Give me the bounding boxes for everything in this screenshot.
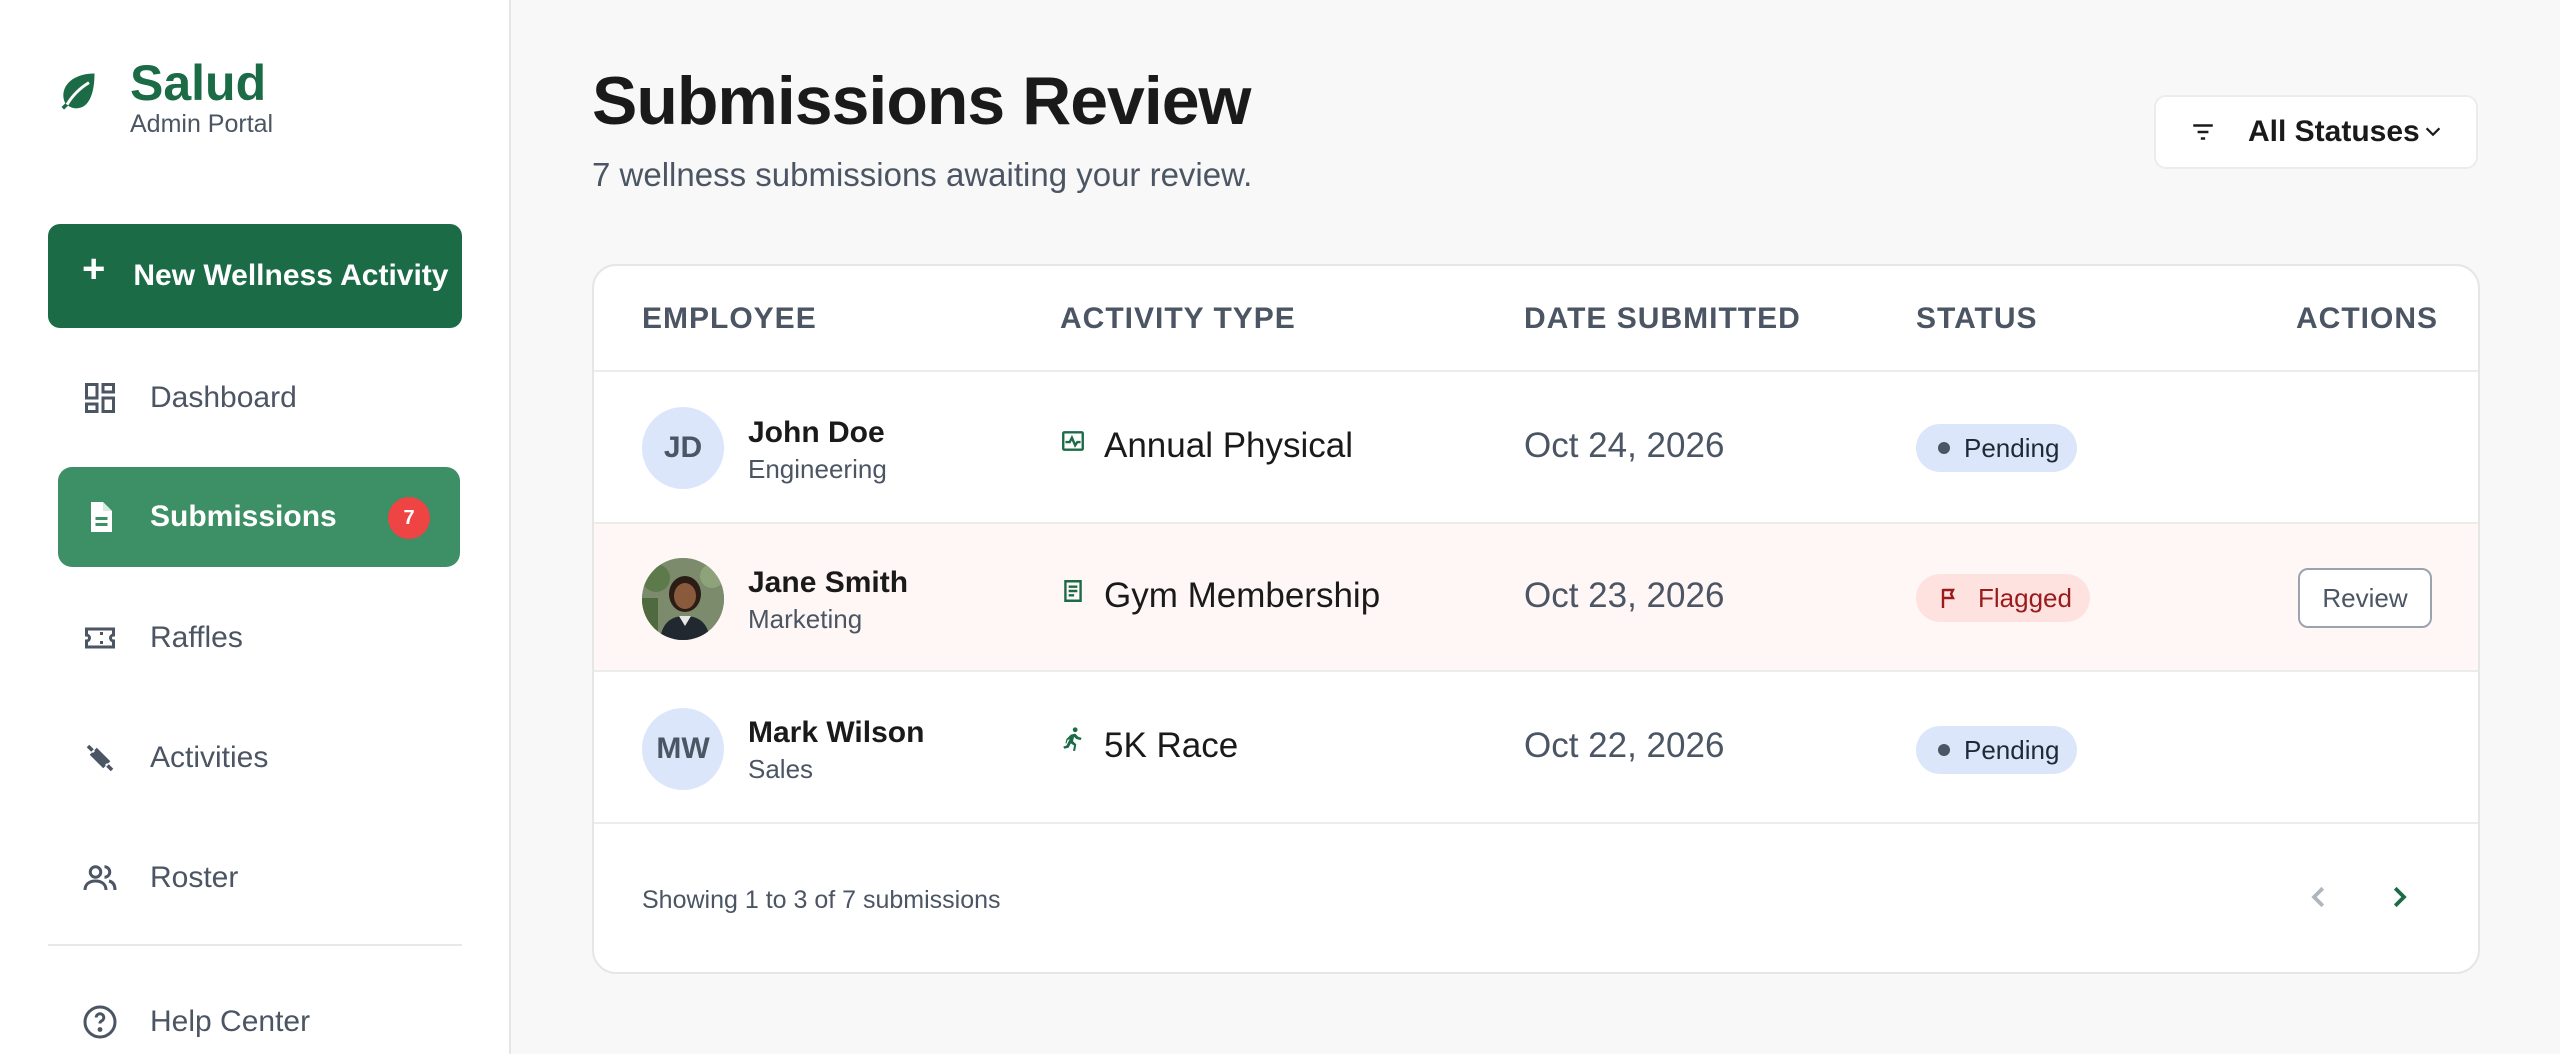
- date-submitted: Oct 23, 2026: [1524, 576, 1725, 615]
- leaf-icon: [61, 73, 95, 110]
- status-badge: Pending: [1916, 726, 2078, 774]
- health-monitor-icon: [1062, 431, 1084, 451]
- avatar: [642, 558, 724, 640]
- date-submitted: Oct 22, 2026: [1524, 726, 1725, 765]
- table-row[interactable]: Jane Smith Marketing Gym Membership Oct …: [594, 524, 2478, 672]
- activity-name: 5K Race: [1104, 726, 1239, 765]
- column-header-employee: EMPLOYEE: [642, 302, 817, 335]
- activity-name: Annual Physical: [1104, 426, 1354, 465]
- table-row[interactable]: JD John Doe Engineering Annual Physical …: [594, 372, 2478, 524]
- sidebar-item-dashboard[interactable]: Dashboard: [58, 348, 460, 448]
- sidebar-item-activities[interactable]: Activities: [58, 708, 460, 808]
- status-filter-label: All Statuses: [2248, 115, 2420, 148]
- chevron-left-icon: [2311, 886, 2325, 908]
- page-title: Submissions Review: [592, 63, 1251, 139]
- sidebar-item-roster[interactable]: Roster: [58, 828, 460, 928]
- page-subtitle: 7 wellness submissions awaiting your rev…: [592, 156, 1253, 193]
- column-header-date-submitted: DATE SUBMITTED: [1524, 302, 1801, 335]
- table-row[interactable]: MW Mark Wilson Sales 5K Race Oct 22, 202…: [594, 672, 2478, 824]
- employee-name: Mark Wilson: [748, 716, 925, 749]
- next-page-button[interactable]: [2374, 872, 2424, 922]
- employee-name: Jane Smith: [748, 566, 909, 599]
- sidebar: Salud Admin Portal + New Wellness Activi…: [0, 0, 511, 1054]
- flag-icon: [1941, 588, 1955, 608]
- sidebar-item-label: Roster: [150, 861, 239, 894]
- avatar-photo: [642, 558, 724, 640]
- review-button[interactable]: Review: [2298, 568, 2432, 628]
- sidebar-item-submissions[interactable]: Submissions 7: [58, 467, 460, 567]
- previous-page-button[interactable]: [2294, 872, 2344, 922]
- submissions-table: EMPLOYEE ACTIVITY TYPE DATE SUBMITTED ST…: [592, 264, 2480, 974]
- column-header-activity-type: ACTIVITY TYPE: [1060, 302, 1296, 335]
- brand-subtitle: Admin Portal: [130, 110, 274, 138]
- receipt-icon: [1064, 580, 1082, 602]
- employee-department: Engineering: [748, 454, 887, 484]
- activity-name: Gym Membership: [1104, 576, 1381, 615]
- sidebar-item-raffles[interactable]: Raffles: [58, 588, 460, 688]
- brand[interactable]: Salud Admin Portal: [56, 54, 273, 138]
- sidebar-item-label: Submissions: [150, 500, 337, 533]
- help-center-link[interactable]: Help Center: [58, 1004, 310, 1040]
- table-header: EMPLOYEE ACTIVITY TYPE DATE SUBMITTED ST…: [594, 266, 2478, 372]
- column-header-status: STATUS: [1916, 302, 2038, 335]
- people-icon: [83, 865, 117, 891]
- document-icon: [91, 502, 112, 532]
- help-center-label: Help Center: [150, 1005, 311, 1038]
- sidebar-item-label: Dashboard: [150, 381, 297, 414]
- ticket-icon: [85, 627, 115, 649]
- plus-icon: +: [82, 247, 106, 291]
- submissions-count-badge: 7: [388, 497, 430, 539]
- status-badge: Flagged: [1916, 574, 2090, 622]
- brand-name: Salud: [130, 55, 267, 111]
- new-wellness-activity-button[interactable]: + New Wellness Activity: [48, 224, 462, 328]
- dashboard-icon: [85, 383, 115, 413]
- sidebar-item-label: Raffles: [150, 621, 243, 654]
- pagination-summary: Showing 1 to 3 of 7 submissions: [642, 886, 1001, 914]
- chevron-right-icon: [2393, 886, 2407, 908]
- column-header-actions: ACTIONS: [2296, 302, 2438, 335]
- avatar: MW: [642, 708, 724, 790]
- status-label: Pending: [1964, 432, 2060, 463]
- employee-department: Marketing: [748, 604, 863, 634]
- status-dot: [1938, 442, 1950, 454]
- status-label: Flagged: [1978, 582, 2072, 613]
- sidebar-item-label: Activities: [150, 741, 269, 774]
- status-filter-dropdown[interactable]: All Statuses: [2154, 95, 2478, 169]
- filter-icon: [2193, 124, 2213, 140]
- status-label: Pending: [1964, 734, 2060, 765]
- runner-icon: [1063, 727, 1082, 751]
- chevron-down-icon: [2425, 127, 2440, 137]
- date-submitted: Oct 24, 2026: [1524, 426, 1725, 465]
- status-dot: [1938, 744, 1950, 756]
- dumbbell-icon: [86, 744, 114, 772]
- help-circle-icon: [83, 1005, 117, 1039]
- new-button-label: New Wellness Activity: [133, 259, 449, 292]
- sidebar-divider: [48, 944, 462, 946]
- status-badge: Pending: [1916, 424, 2078, 472]
- employee-name: John Doe: [748, 416, 885, 449]
- avatar: JD: [642, 407, 724, 489]
- employee-department: Sales: [748, 754, 814, 784]
